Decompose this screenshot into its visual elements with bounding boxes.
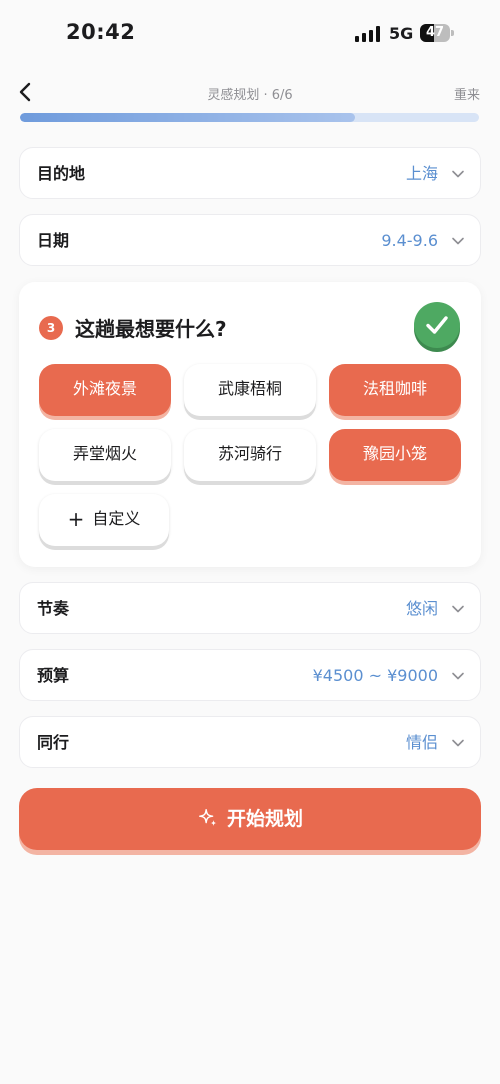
custom-option-button[interactable]: + 自定义	[39, 494, 169, 546]
start-planning-label: 开始规划	[226, 808, 303, 830]
pace-label: 节奏	[37, 599, 70, 618]
confirm-button[interactable]	[414, 302, 460, 352]
battery-icon: 47	[420, 24, 454, 42]
signal-icon	[355, 26, 380, 42]
checkmark-icon	[426, 316, 448, 334]
sparkle-icon	[199, 809, 217, 827]
plus-icon: +	[67, 507, 85, 531]
option-chip[interactable]: 豫园小笼	[329, 429, 461, 481]
companion-row[interactable]: 同行 情侣	[19, 716, 481, 768]
chevron-down-icon	[452, 237, 464, 245]
option-chip[interactable]: 法租咖啡	[329, 364, 461, 416]
status-bar: 20:42 5G 47	[0, 0, 500, 66]
companion-value: 情侣	[405, 733, 438, 752]
option-chip[interactable]: 武康梧桐	[184, 364, 316, 416]
status-time: 20:42	[66, 20, 136, 44]
page-title: 灵感规划 · 6/6	[0, 84, 500, 103]
chevron-down-icon	[452, 605, 464, 613]
budget-label: 预算	[37, 666, 70, 685]
question-card: 3 这趟最想要什么? 外滩夜景 武康梧桐 法租咖啡 弄堂烟火 苏河骑行 豫园小笼…	[19, 282, 481, 567]
option-chip[interactable]: 外滩夜景	[39, 364, 171, 416]
date-row[interactable]: 日期 9.4-9.6	[19, 214, 481, 266]
date-label: 日期	[37, 231, 70, 250]
custom-option-label: 自定义	[92, 509, 141, 528]
destination-value: 上海	[405, 164, 438, 183]
budget-value: ¥4500 ~ ¥9000	[312, 666, 438, 685]
chevron-down-icon	[452, 672, 464, 680]
companion-label: 同行	[37, 733, 70, 752]
progress-bar	[20, 113, 479, 122]
start-planning-button[interactable]: 开始规划	[19, 788, 481, 850]
destination-label: 目的地	[37, 164, 86, 183]
destination-row[interactable]: 目的地 上海	[19, 147, 481, 199]
network-label: 5G	[389, 24, 414, 43]
option-chip[interactable]: 弄堂烟火	[39, 429, 171, 481]
question-text: 这趟最想要什么?	[75, 317, 227, 341]
reset-button[interactable]: 重来	[454, 84, 480, 103]
chevron-down-icon	[452, 170, 464, 178]
chevron-down-icon	[452, 739, 464, 747]
page-title-text: 灵感规划 · 6/6	[207, 88, 293, 103]
progress-fill	[20, 113, 356, 122]
battery-level: 47	[425, 25, 445, 40]
option-chip[interactable]: 苏河骑行	[184, 429, 316, 481]
date-value: 9.4-9.6	[381, 231, 438, 250]
question-number-badge: 3	[39, 316, 63, 340]
pace-row[interactable]: 节奏 悠闲	[19, 582, 481, 634]
budget-row[interactable]: 预算 ¥4500 ~ ¥9000	[19, 649, 481, 701]
pace-value: 悠闲	[405, 599, 438, 618]
